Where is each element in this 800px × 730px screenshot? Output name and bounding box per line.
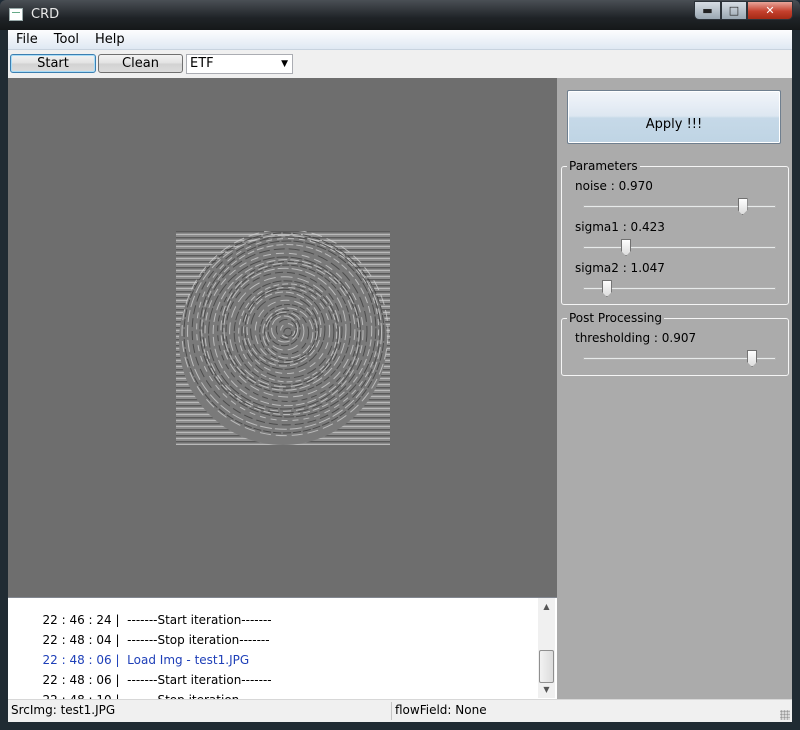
apply-button[interactable]: Apply !!! <box>567 90 781 144</box>
thresholding-label: thresholding : 0.907 <box>575 331 697 345</box>
side-panel: Apply !!! Parameters noise : 0.970 sigma… <box>557 78 792 699</box>
sigma1-slider-thumb[interactable] <box>621 239 632 256</box>
sigma1-label: sigma1 : 0.423 <box>575 220 665 234</box>
client-area: File Tool Help Start Clean ETF ▼ Apply !… <box>8 30 792 722</box>
menu-tool[interactable]: Tool <box>46 30 87 49</box>
window-controls: ▬ □ ✕ <box>694 1 793 20</box>
sigma2-slider[interactable] <box>583 280 776 297</box>
menu-help[interactable]: Help <box>87 30 133 49</box>
noise-slider[interactable] <box>583 198 776 215</box>
resize-grip-icon[interactable] <box>780 710 790 720</box>
post-processing-title: Post Processing <box>567 310 664 326</box>
status-flow-field: flowField: None <box>395 703 487 717</box>
parameters-title: Parameters <box>567 158 640 174</box>
mode-select-value: ETF <box>190 56 214 71</box>
scroll-down-icon[interactable]: ▼ <box>538 681 555 698</box>
status-divider <box>391 702 392 720</box>
close-button[interactable]: ✕ <box>747 1 793 20</box>
image-canvas[interactable] <box>8 78 557 597</box>
menu-file[interactable]: File <box>8 30 46 49</box>
title-bar[interactable]: CRD ▬ □ ✕ <box>0 0 800 30</box>
app-icon <box>9 8 23 21</box>
sigma2-label: sigma2 : 1.047 <box>575 261 665 275</box>
log-panel[interactable]: 22 : 46 : 24 | -------Start iteration---… <box>8 597 557 707</box>
sigma1-slider[interactable] <box>583 239 776 256</box>
window-title: CRD <box>31 7 60 22</box>
app-window: CRD ▬ □ ✕ File Tool Help Start Clean ETF… <box>0 0 800 730</box>
start-button[interactable]: Start <box>10 54 96 73</box>
sigma2-slider-thumb[interactable] <box>601 280 612 297</box>
scroll-thumb[interactable] <box>539 650 554 683</box>
parameters-group: Parameters noise : 0.970 sigma1 : 0.423 … <box>561 158 789 305</box>
toolbar: Start Clean ETF ▼ <box>8 50 792 78</box>
dropdown-arrow-icon: ▼ <box>281 59 288 69</box>
post-processing-group: Post Processing thresholding : 0.907 <box>561 310 789 376</box>
status-src-img: SrcImg: test1.JPG <box>11 703 116 717</box>
clean-button[interactable]: Clean <box>98 54 183 73</box>
maximize-button[interactable]: □ <box>721 1 747 20</box>
noise-slider-thumb[interactable] <box>737 198 748 215</box>
status-bar: SrcImg: test1.JPG flowField: None <box>8 699 792 722</box>
mode-select[interactable]: ETF ▼ <box>186 54 293 74</box>
log-scrollbar[interactable]: ▲ ▼ <box>538 598 555 698</box>
scroll-up-icon[interactable]: ▲ <box>538 598 555 615</box>
flow-field-image <box>176 231 390 445</box>
thresholding-slider[interactable] <box>583 350 776 367</box>
minimize-button[interactable]: ▬ <box>694 1 721 20</box>
thresholding-slider-thumb[interactable] <box>747 350 758 367</box>
noise-label: noise : 0.970 <box>575 179 653 193</box>
menu-bar: File Tool Help <box>8 30 792 50</box>
